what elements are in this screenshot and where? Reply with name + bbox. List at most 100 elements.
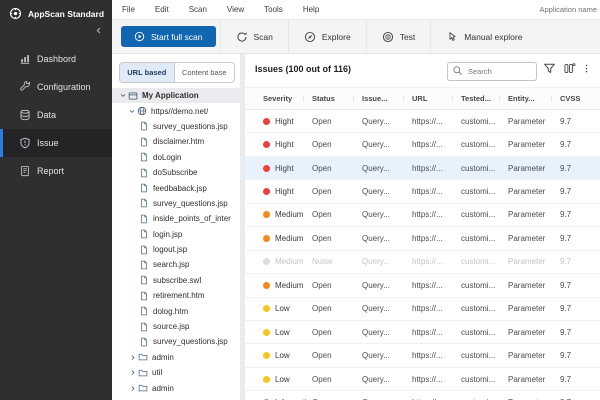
- issue-row[interactable]: LowOpenQuery...https://...customi...Para…: [245, 321, 600, 344]
- file-icon: [139, 245, 149, 255]
- tree-item-feedbaback-jsp[interactable]: feedbaback.jsp: [112, 180, 240, 195]
- toolbar-buttons: ScanExploreTestManual explore: [220, 20, 538, 53]
- kebab-menu-icon[interactable]: [581, 62, 592, 75]
- tested-cell: customi...: [461, 164, 508, 173]
- tested-cell: customi...: [461, 234, 508, 243]
- issue-row[interactable]: LowOpenQuery...https://...customi...Para…: [245, 368, 600, 391]
- globe-icon: [137, 106, 147, 116]
- tree-item-survey-questions-jsp[interactable]: survey_questions.jsp: [112, 196, 240, 211]
- menu-item-view[interactable]: View: [217, 5, 254, 14]
- tab-url-based[interactable]: URL based: [120, 63, 174, 82]
- tree-item-admin[interactable]: admin: [112, 380, 240, 395]
- tree-item-search-jsp[interactable]: search.jsp: [112, 257, 240, 272]
- data-icon: [19, 109, 31, 121]
- explorer-tabs: URL based Content base: [119, 62, 235, 83]
- site-tree: My Applicationhttps//demo.net/survey_que…: [112, 88, 240, 396]
- scan-refresh-icon: [236, 31, 248, 43]
- issue-row[interactable]: HightOpenQuery...https://...customi...Pa…: [245, 133, 600, 156]
- toolbar-button-explore[interactable]: Explore: [288, 20, 366, 53]
- sidebar-item-data[interactable]: Data: [0, 101, 112, 129]
- tree-item-retirement-htm[interactable]: retirement.htm: [112, 288, 240, 303]
- issue-cell: Query...: [362, 187, 412, 196]
- sidebar-item-report[interactable]: Report: [0, 157, 112, 185]
- tree-item-label: feedbaback.jsp: [153, 184, 207, 193]
- columns-icon[interactable]: [563, 62, 576, 75]
- folder-icon: [138, 368, 148, 378]
- menu-item-file[interactable]: File: [112, 5, 145, 14]
- folder-icon: [138, 383, 148, 393]
- sidebar-collapse-button[interactable]: [94, 26, 103, 35]
- tree-item-label: login.jsp: [153, 230, 182, 239]
- url-cell: https://...: [412, 257, 461, 266]
- cvss-cell: 9.7: [560, 328, 600, 337]
- issue-row[interactable]: InformaticOpenQuery...https://...customi…: [245, 391, 600, 400]
- status-cell: Open: [312, 140, 362, 149]
- sidebar-item-configuration[interactable]: Configuration: [0, 73, 112, 101]
- tree-item-label: subscribe.swf: [153, 276, 201, 285]
- severity-dot: [263, 376, 270, 383]
- toolbar-button-test[interactable]: Test: [366, 20, 431, 53]
- toolbar-button-manual-explore[interactable]: Manual explore: [430, 20, 537, 53]
- application-name-label: Application name: [539, 5, 600, 14]
- issue-row[interactable]: LowOpenQuery...https://...customi...Para…: [245, 344, 600, 367]
- column-header-tested[interactable]: Tested...: [461, 94, 508, 103]
- toolbar: Start full scan ScanExploreTestManual ex…: [112, 20, 600, 54]
- menu-items: FileEditScanViewToolsHelp: [112, 5, 329, 14]
- issue-row[interactable]: HightOpenQuery...https://...customi...Pa…: [245, 110, 600, 133]
- configuration-icon: [19, 81, 31, 93]
- menu-item-tools[interactable]: Tools: [254, 5, 293, 14]
- column-header-issue[interactable]: Issue...: [362, 94, 412, 103]
- tested-cell: customi...: [461, 281, 508, 290]
- status-cell: Open: [312, 210, 362, 219]
- tree-item-inside-points-of-inter[interactable]: inside_points_of_inter: [112, 211, 240, 226]
- tree-item-dosubscribe[interactable]: doSubscribe: [112, 165, 240, 180]
- tree-item-dolog-htm[interactable]: dolog.htm: [112, 303, 240, 318]
- app-window-icon: [128, 91, 138, 101]
- issue-row[interactable]: MediumOpenQuery...https://...customi...P…: [245, 204, 600, 227]
- status-cell: Open: [312, 164, 362, 173]
- issue-cell: Query...: [362, 351, 412, 360]
- test-target-icon: [382, 31, 394, 43]
- issue-cell: Query...: [362, 117, 412, 126]
- tree-item-source-jsp[interactable]: source.jsp: [112, 319, 240, 334]
- sidebar-item-dashbord[interactable]: Dashbord: [0, 45, 112, 73]
- start-full-scan-button[interactable]: Start full scan: [121, 26, 216, 47]
- filter-icon[interactable]: [543, 62, 556, 75]
- column-header-severity[interactable]: Severity: [263, 94, 312, 103]
- severity-dot: [263, 329, 270, 336]
- column-header-cvss[interactable]: CVSS: [560, 94, 600, 103]
- file-icon: [139, 168, 149, 178]
- tree-item-admin[interactable]: admin: [112, 350, 240, 365]
- issue-row[interactable]: LowOpenQuery...https://...customi...Para…: [245, 298, 600, 321]
- issue-row[interactable]: MediumNoiseQuery...https://...customi...…: [245, 251, 600, 274]
- severity-cell: Medium: [263, 210, 312, 219]
- toolbar-button-scan[interactable]: Scan: [220, 20, 288, 53]
- tree-item-login-jsp[interactable]: login.jsp: [112, 227, 240, 242]
- menu-item-help[interactable]: Help: [293, 5, 329, 14]
- issue-row[interactable]: MediumOpenQuery...https://...customi...P…: [245, 274, 600, 297]
- status-cell: Open: [312, 234, 362, 243]
- cvss-cell: 9.7: [560, 187, 600, 196]
- tab-content-base[interactable]: Content base: [174, 63, 234, 82]
- tree-item-survey-questions-jsp[interactable]: survey_questions.jsp: [112, 119, 240, 134]
- tree-item-logout-jsp[interactable]: logout.jsp: [112, 242, 240, 257]
- cvss-cell: 9.7: [560, 257, 600, 266]
- tree-item-disclaimer-htm[interactable]: disclaimer.htm: [112, 134, 240, 149]
- tree-item-my-application[interactable]: My Application: [112, 88, 240, 103]
- sidebar-item-label: Configuration: [37, 82, 91, 92]
- menu-item-edit[interactable]: Edit: [145, 5, 179, 14]
- column-header-entity[interactable]: Entity...: [508, 94, 560, 103]
- tree-item-https-demo-net[interactable]: https//demo.net/: [112, 103, 240, 118]
- sidebar-item-issue[interactable]: Issue: [0, 129, 112, 157]
- tree-item-label: survey_questions.jsp: [153, 337, 228, 346]
- issue-row[interactable]: MediumOpenQuery...https://...customi...P…: [245, 227, 600, 250]
- tree-item-survey-questions-jsp[interactable]: survey_questions.jsp: [112, 334, 240, 349]
- column-header-status[interactable]: Status: [312, 94, 362, 103]
- column-header-url[interactable]: URL: [412, 94, 461, 103]
- menu-item-scan[interactable]: Scan: [179, 5, 217, 14]
- issue-row[interactable]: HightOpenQuery...https://...customi...Pa…: [245, 157, 600, 180]
- tree-item-dologin[interactable]: doLogin: [112, 150, 240, 165]
- tree-item-util[interactable]: util: [112, 365, 240, 380]
- issue-row[interactable]: HightOpenQuery...https://...customi...Pa…: [245, 180, 600, 203]
- tree-item-subscribe-swf[interactable]: subscribe.swf: [112, 273, 240, 288]
